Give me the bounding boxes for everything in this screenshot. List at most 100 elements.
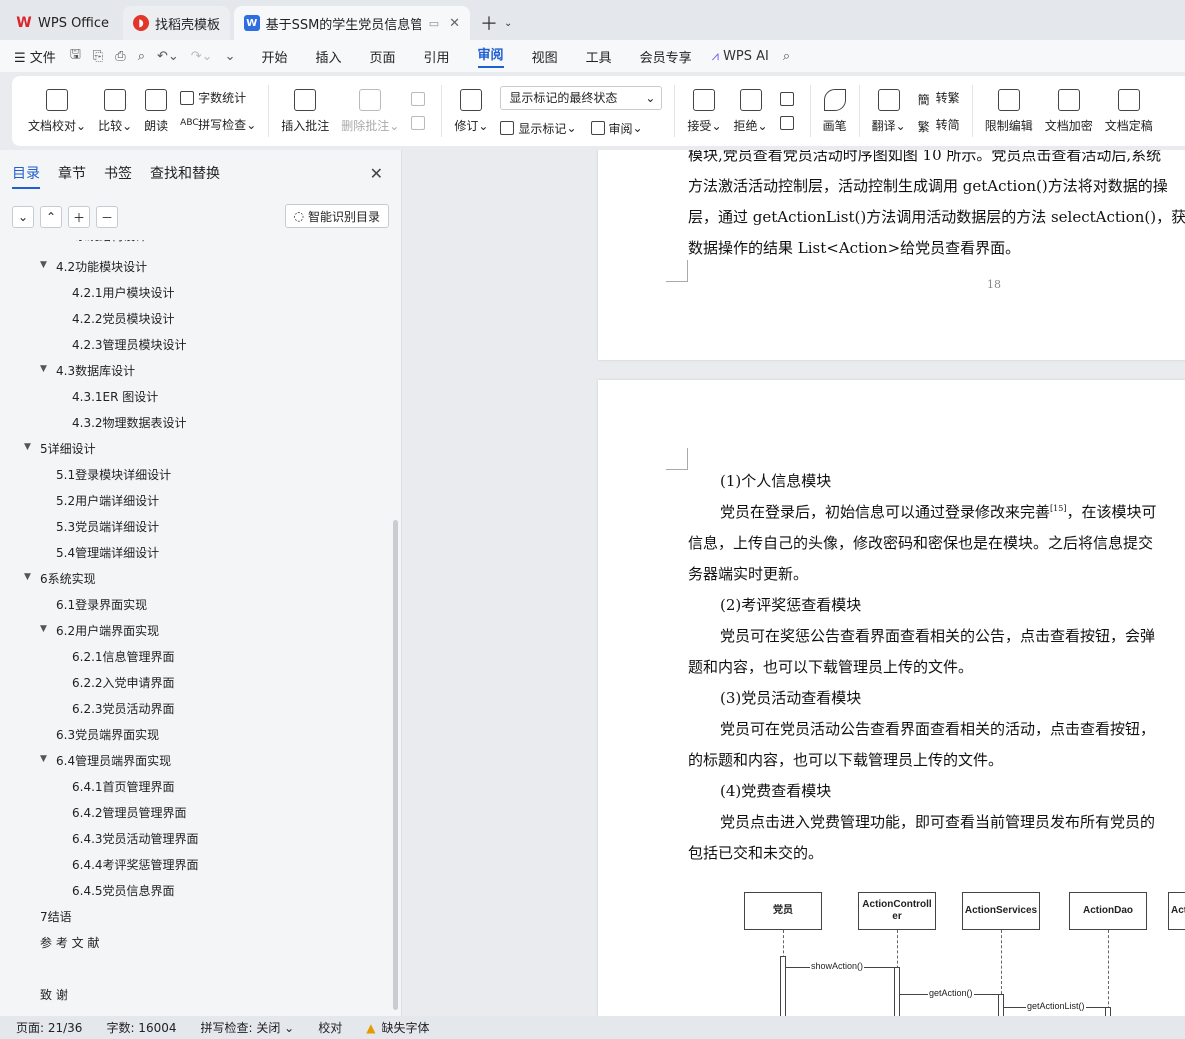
menu-review[interactable]: 审阅 (477, 44, 504, 68)
toc-item[interactable]: 6.4.1首页管理界面 (72, 778, 175, 795)
reject-button[interactable]: 拒绝⌄ (734, 88, 768, 134)
collapse-icon[interactable]: ⌄ (12, 206, 34, 228)
chevron-down-icon[interactable]: ⌄ (504, 18, 512, 29)
toc-item[interactable]: 5.2用户端详细设计 (56, 492, 159, 509)
finalize-button[interactable]: 文档定稿 (1105, 88, 1153, 134)
toc-item[interactable]: 5详细设计 (40, 440, 96, 457)
expand-arrow-icon[interactable]: ▼ (24, 572, 31, 582)
accept-button[interactable]: 接受⌄ (687, 88, 722, 134)
expand-arrow-icon[interactable]: ▼ (40, 624, 47, 634)
prev-comment-icon[interactable] (411, 92, 429, 106)
menu-insert[interactable]: 插入 (316, 47, 342, 66)
encrypt-button[interactable]: 文档加密 (1045, 88, 1093, 134)
menu-tools[interactable]: 工具 (586, 47, 612, 66)
toc-item[interactable]: 4.1系统结构设计 (56, 240, 147, 244)
compare-button[interactable]: 比较⌄ (98, 88, 132, 134)
prev-change-icon[interactable] (779, 92, 798, 106)
expand-icon[interactable]: ⌃ (40, 206, 62, 228)
file-menu[interactable]: ☰ 文件 (14, 47, 56, 66)
toc-item[interactable]: 致 谢 (40, 986, 68, 1003)
tab-document[interactable]: W 基于SSM的学生党员信息管理 ▭ ✕ (234, 6, 471, 40)
toc-item[interactable]: 6.4.2管理员管理界面 (72, 804, 187, 821)
print-preview-icon[interactable]: ⌕ (138, 49, 145, 64)
next-comment-icon[interactable] (411, 116, 429, 130)
toc-item[interactable]: 6.4管理员端界面实现 (56, 752, 171, 769)
tab-docer-templates[interactable]: ◗ 找稻壳模板 (123, 6, 231, 40)
tab-toc[interactable]: 目录 (12, 163, 40, 189)
spell-check-status[interactable]: 拼写检查: 关闭 ⌄ (201, 1019, 295, 1036)
insert-comment-button[interactable]: 插入批注 (281, 88, 329, 134)
show-markup-button[interactable]: 显示标记 ⌄ (500, 120, 577, 137)
print-icon[interactable]: ⎙ (115, 49, 125, 64)
display-state-select[interactable]: 显示标记的最终状态 ⌄ (500, 85, 663, 110)
toc-item[interactable]: 4.2.2党员模块设计 (72, 310, 175, 327)
to-traditional-button[interactable]: 簡转繁 (918, 89, 960, 107)
toc-item[interactable]: 6.3党员端界面实现 (56, 726, 159, 743)
toc-item[interactable]: 6.4.4考评奖惩管理界面 (72, 856, 199, 873)
toc-item[interactable]: 4.2功能模块设计 (56, 258, 147, 275)
toc-item[interactable]: 6.2.1信息管理界面 (72, 648, 175, 665)
toc-item[interactable]: 4.3.1ER 图设计 (72, 388, 158, 405)
add-icon[interactable]: ＋ (68, 206, 90, 228)
spell-check-button[interactable]: ABC 拼写检查 ⌄ (180, 116, 256, 133)
translate-button[interactable]: 翻译⌄ (872, 88, 906, 134)
toc-item[interactable]: 6.4.5党员信息界面 (72, 882, 175, 899)
close-icon[interactable]: ✕ (370, 164, 383, 183)
menu-references[interactable]: 引用 (424, 47, 450, 66)
read-aloud-button[interactable]: 朗读 (144, 88, 168, 134)
toc-item[interactable]: 4.2.3管理员模块设计 (72, 336, 187, 353)
toc-item[interactable]: 6.4.3党员活动管理界面 (72, 830, 199, 847)
wps-ai-button[interactable]: ⩘ WPS AI (712, 49, 769, 64)
search-icon[interactable]: ⌕ (783, 49, 790, 64)
more-chevron-icon[interactable]: ⌄ (225, 49, 236, 64)
tab-bookmarks[interactable]: 书签 (104, 163, 132, 183)
review-pane-button[interactable]: 审阅 ⌄ (590, 120, 643, 137)
toc-item[interactable]: 5.1登录模块详细设计 (56, 466, 171, 483)
toc-item[interactable]: 4.3.2物理数据表设计 (72, 414, 187, 431)
expand-arrow-icon[interactable]: ▼ (24, 442, 31, 452)
delete-comment-button[interactable]: 删除批注⌄ (341, 88, 399, 134)
toc-item[interactable]: 6.1登录界面实现 (56, 596, 147, 613)
tab-wps-office[interactable]: W WPS Office (6, 6, 119, 40)
menu-member[interactable]: 会员专享 (640, 47, 692, 66)
toc-item[interactable]: 4.3数据库设计 (56, 362, 135, 379)
track-changes-button[interactable]: 修订⌄ (454, 88, 488, 134)
toc-item[interactable]: 5.3党员端详细设计 (56, 518, 159, 535)
scrollbar[interactable] (393, 520, 398, 1010)
expand-arrow-icon[interactable]: ▼ (40, 364, 47, 374)
expand-arrow-icon[interactable]: ▼ (40, 260, 47, 270)
doc-check-button[interactable]: 文档校对⌄ (28, 88, 86, 134)
page-indicator[interactable]: 页面: 21/36 (16, 1019, 82, 1036)
tab-chapters[interactable]: 章节 (58, 163, 86, 183)
menu-start[interactable]: 开始 (261, 47, 287, 66)
toc-item[interactable]: 5.4管理端详细设计 (56, 544, 159, 561)
toc-item[interactable]: 7结语 (40, 908, 72, 925)
monitor-icon[interactable]: ▭ (429, 17, 439, 30)
toc-item[interactable]: 6.2用户端界面实现 (56, 622, 159, 639)
toc-item[interactable]: 6.2.3党员活动界面 (72, 700, 175, 717)
missing-font-status[interactable]: ▲ 缺失字体 (366, 1019, 429, 1036)
close-tab-icon[interactable]: ✕ (449, 16, 460, 31)
menu-page[interactable]: 页面 (370, 47, 396, 66)
next-change-icon[interactable] (779, 116, 798, 130)
redo-icon[interactable]: ↷⌄ (191, 49, 213, 64)
save-icon[interactable]: 🖫 (70, 45, 81, 67)
smart-toc-button[interactable]: ◌ 智能识别目录 (284, 204, 389, 228)
remove-icon[interactable]: － (96, 206, 118, 228)
share-icon[interactable]: ⎘ (93, 49, 103, 64)
pen-button[interactable]: 画笔 (823, 88, 847, 134)
toc-item[interactable]: 4.2.1用户模块设计 (72, 284, 175, 301)
word-count-status[interactable]: 字数: 16004 (106, 1019, 176, 1036)
undo-icon[interactable]: ↶⌄ (157, 49, 179, 64)
to-simplified-button[interactable]: 繁转简 (918, 116, 960, 134)
new-tab-button[interactable]: ＋ ⌄ (474, 6, 518, 40)
word-count-button[interactable]: 字数统计 (180, 89, 256, 106)
tab-find-replace[interactable]: 查找和替换 (150, 163, 220, 183)
proofread-status[interactable]: 校对 (318, 1019, 342, 1036)
menu-view[interactable]: 视图 (532, 47, 558, 66)
toc-item[interactable]: 6系统实现 (40, 570, 96, 587)
toc-item[interactable]: 参 考 文 献 (40, 934, 99, 951)
restrict-edit-button[interactable]: 限制编辑 (985, 88, 1033, 134)
toc-item[interactable]: 6.2.2入党申请界面 (72, 674, 175, 691)
expand-arrow-icon[interactable]: ▼ (40, 754, 47, 764)
